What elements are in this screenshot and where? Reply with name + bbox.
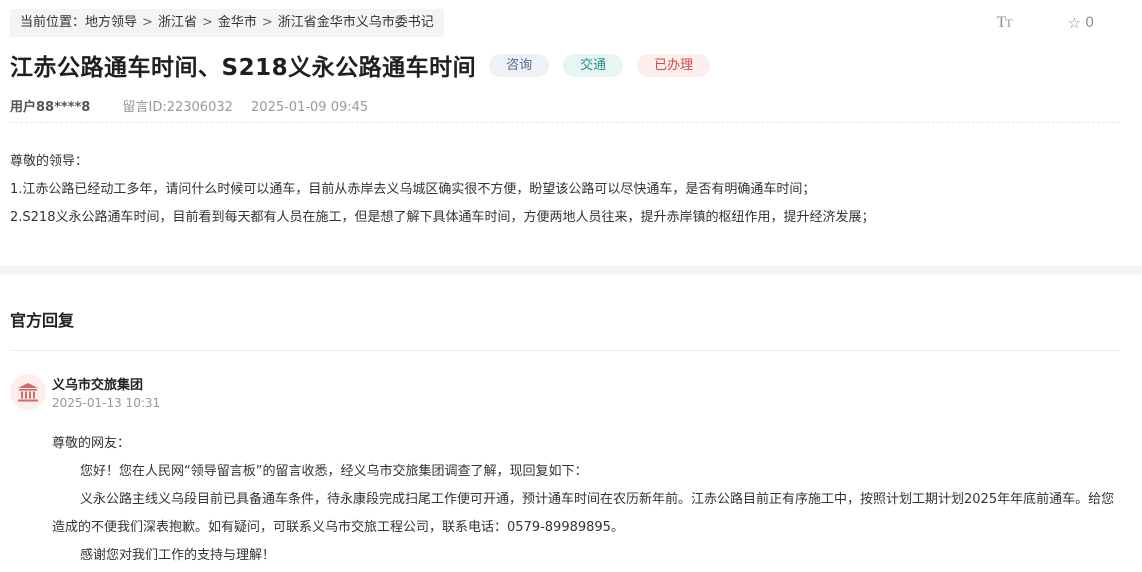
tag-traffic[interactable]: 交通 (563, 53, 624, 77)
avatar (10, 374, 46, 410)
status-badge: 已办理 (637, 53, 711, 77)
post-greeting: 尊敬的领导： (10, 154, 89, 169)
page-title: 江赤公路通车时间、S218义永公路通车时间 (10, 55, 477, 81)
font-size-icon[interactable]: TT (997, 14, 1013, 32)
favorite-count: 0 (1085, 15, 1094, 31)
title-row: 江赤公路通车时间、S218义永公路通车时间 咨询 交通 已办理 (10, 48, 711, 82)
reply-paragraph: 感谢您对我们工作的支持与理解！ (80, 548, 276, 563)
post-meta: 用户88****8 留言ID:22306032 2025-01-09 09:45 (10, 96, 368, 115)
post-paragraph: 2.S218义永公路通车时间，目前看到每天都有人员在施工，但是想了解下具体通车时… (10, 210, 875, 225)
breadcrumb: 当前位置：地方领导 > 浙江省 > 金华市 > 浙江省金华市义乌市委书记 (10, 9, 444, 37)
reply-datetime: 2025-01-13 10:31 (52, 396, 161, 410)
breadcrumb-item-city[interactable]: 金华市 (218, 15, 257, 30)
breadcrumb-item-leader[interactable]: 浙江省金华市义乌市委书记 (278, 15, 434, 30)
divider (10, 122, 1120, 123)
reply-paragraph: 义永公路主线义乌段目前已具备通车条件，待永康段完成扫尾工作便可开通，预计通车时间… (52, 492, 1115, 535)
favorite-button[interactable]: ☆ 0 (1068, 14, 1094, 32)
star-outline-icon: ☆ (1067, 14, 1082, 32)
divider (10, 350, 1120, 351)
breadcrumb-separator: > (142, 15, 153, 30)
post-datetime: 2025-01-09 09:45 (251, 100, 369, 115)
breadcrumb-item-region[interactable]: 地方领导 (85, 15, 137, 30)
government-building-icon (18, 383, 38, 402)
reply-org-name: 义乌市交旅集团 (52, 378, 144, 393)
reply-heading: 官方回复 (10, 311, 75, 330)
post-paragraph: 1.江赤公路已经动工多年，请问什么时候可以通车，目前从赤岸去义乌城区确实很不方便… (10, 182, 816, 197)
breadcrumb-prefix: 当前位置： (20, 15, 86, 30)
post-content: 尊敬的领导： 1.江赤公路已经动工多年，请问什么时候可以通车，目前从赤岸去义乌城… (10, 148, 1122, 232)
reply-paragraph: 您好！您在人民网“领导留言板”的留言收悉，经义乌市交旅集团调查了解，现回复如下： (80, 464, 588, 479)
tag-consult[interactable]: 咨询 (489, 53, 550, 77)
breadcrumb-separator: > (201, 15, 213, 30)
message-detail-page: 当前位置：地方领导 > 浙江省 > 金华市 > 浙江省金华市义乌市委书记 TT ☆ 0 江赤… (0, 0, 1142, 572)
section-gap (0, 266, 1142, 275)
breadcrumb-item-province[interactable]: 浙江省 (158, 15, 197, 30)
reply-content: 尊敬的网友： 您好！您在人民网“领导留言板”的留言收悉，经义乌市交旅集团调查了解… (52, 430, 1122, 570)
reply-greeting: 尊敬的网友： (52, 436, 131, 451)
post-user: 用户88****8 (10, 100, 91, 115)
message-id: 留言ID:22306032 (122, 100, 233, 115)
breadcrumb-separator: > (261, 15, 273, 30)
toolbar: TT ☆ 0 (997, 14, 1095, 32)
